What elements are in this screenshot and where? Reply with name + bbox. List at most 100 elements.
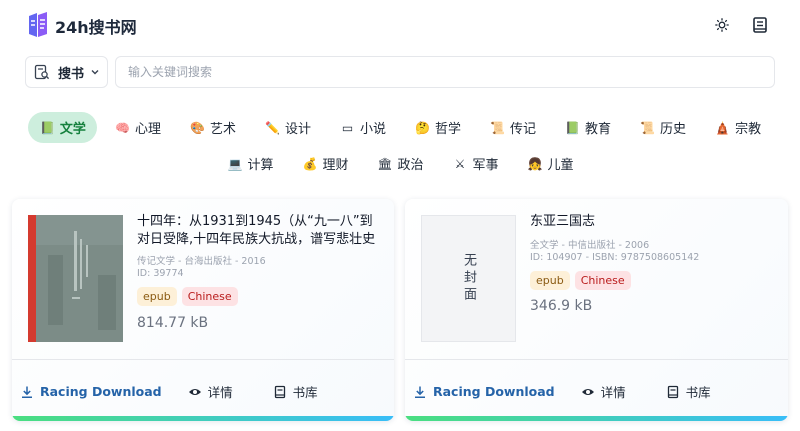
chevron-down-icon: [91, 70, 99, 75]
category-label: 宗教: [735, 122, 762, 137]
book-title[interactable]: 十四年：从1931到1945（从“九一八”到对日受降,十四年民族大抗战，谱写悲壮…: [137, 213, 382, 249]
category-label: 哲学: [435, 122, 462, 137]
racing-download-button[interactable]: Racing Download: [20, 384, 162, 399]
card-accent-bar: [12, 416, 394, 421]
card-actions: Racing Download 详情 书库: [413, 382, 711, 401]
details-button[interactable]: 详情: [188, 382, 233, 401]
card-accent-bar: [405, 416, 788, 421]
category-chip[interactable]: ⚔ 军事: [441, 148, 510, 179]
card-actions: Racing Download 详情 书库: [20, 382, 318, 401]
category-label: 政治: [397, 158, 424, 173]
category-chip[interactable]: 📗 教育: [553, 112, 622, 143]
category-label: 计算: [247, 158, 274, 173]
library-link-button[interactable]: 书库: [273, 382, 318, 401]
category-icon: 💻: [227, 156, 243, 171]
category-icon: ▭: [341, 120, 354, 135]
book-id: ID: 104907 - ISBN: 9787508605142: [530, 252, 700, 263]
category-label: 军事: [472, 158, 499, 173]
download-label: Racing Download: [433, 384, 555, 399]
eye-icon: [188, 388, 201, 395]
book-title[interactable]: 东亚三国志: [530, 213, 775, 231]
logo-icon[interactable]: [27, 12, 49, 38]
format-badge: epub: [530, 271, 570, 290]
divider: [12, 359, 394, 360]
category-label: 文学: [59, 122, 86, 137]
file-size: 346.9 kB: [530, 298, 593, 314]
category-chip[interactable]: ▭ 小说: [328, 112, 397, 143]
category-icon: 📜: [490, 120, 505, 135]
header: 24h搜书网: [0, 0, 800, 50]
book-card[interactable]: 十四年：从1931到1945（从“九一八”到对日受降,十四年民族大抗战，谱写悲壮…: [12, 199, 394, 421]
category-row-2: 💻 计算 💰 理财 🏛 政治 ⚔ 军事 👧 儿童: [0, 148, 800, 179]
racing-download-button[interactable]: Racing Download: [413, 384, 555, 399]
category-label: 传记: [510, 122, 537, 137]
download-icon: [415, 386, 425, 398]
divider: [405, 359, 788, 360]
category-chip[interactable]: 🛕 宗教: [703, 112, 772, 143]
book-meta: 全文学 - 中信出版社 - 2006: [530, 240, 650, 251]
book-search-icon: [34, 64, 50, 80]
tag-list: epub Chinese: [137, 287, 238, 306]
category-chip[interactable]: 📜 历史: [628, 112, 697, 143]
language-badge: Chinese: [181, 287, 238, 306]
category-icon: 💰: [302, 156, 318, 171]
category-icon: 📗: [39, 120, 55, 135]
book-icon: [753, 17, 767, 33]
category-label: 小说: [359, 122, 386, 137]
category-label: 心理: [134, 122, 161, 137]
download-icon: [22, 386, 32, 398]
format-badge: epub: [137, 287, 177, 306]
download-label: Racing Download: [40, 384, 162, 399]
book-icon: [274, 385, 285, 398]
library-label: 书库: [292, 385, 318, 400]
book-card[interactable]: 无封面 东亚三国志 全文学 - 中信出版社 - 2006 ID: 104907 …: [405, 199, 788, 421]
library-link-button[interactable]: 书库: [666, 382, 711, 401]
category-chip[interactable]: 🎨 艺术: [178, 112, 247, 143]
category-chip[interactable]: 🧠 心理: [103, 112, 172, 143]
category-icon: 🏛: [377, 156, 393, 171]
no-cover-text: 无封面: [461, 253, 476, 304]
category-label: 设计: [284, 122, 311, 137]
library-label: 书库: [685, 385, 711, 400]
book-meta: 传记文学 - 台海出版社 - 2016: [137, 256, 266, 267]
search-input[interactable]: [115, 56, 775, 88]
site-brand[interactable]: 24h搜书网: [55, 14, 137, 38]
search-type-dropdown[interactable]: 搜书: [25, 56, 108, 88]
category-icon: 🧠: [114, 120, 130, 135]
category-label: 艺术: [209, 122, 236, 137]
category-icon: 🎨: [189, 120, 205, 135]
category-icon: 📗: [565, 120, 580, 135]
book-cover[interactable]: [28, 215, 123, 342]
category-icon: 🤔: [415, 120, 430, 135]
category-label: 历史: [660, 122, 687, 137]
theme-toggle-button[interactable]: [711, 14, 733, 36]
no-cover-placeholder[interactable]: 无封面: [421, 215, 516, 342]
details-button[interactable]: 详情: [581, 382, 626, 401]
category-icon: 🛕: [715, 120, 731, 135]
category-row-1: 📗 文学 🧠 心理 🎨 艺术 ✏️ 设计 ▭ 小说 🤔 哲学 📜 传记 📗 教育 📜 历史 🛕 宗教: [0, 112, 800, 143]
sun-icon: [715, 18, 729, 32]
category-icon: ⚔: [454, 156, 466, 171]
tag-list: epub Chinese: [530, 271, 631, 290]
book-id: ID: 39774: [137, 268, 184, 279]
category-chip[interactable]: 👧 儿童: [516, 148, 585, 179]
file-size: 814.77 kB: [137, 315, 209, 331]
language-badge: Chinese: [574, 271, 631, 290]
category-chip[interactable]: ✏️ 设计: [253, 112, 322, 143]
category-chip[interactable]: 💰 理财: [290, 148, 359, 179]
eye-icon: [581, 388, 594, 395]
details-label: 详情: [207, 385, 233, 400]
category-chip[interactable]: 📜 传记: [478, 112, 547, 143]
search-type-label: 搜书: [58, 66, 85, 82]
category-label: 理财: [322, 158, 349, 173]
category-icon: 📜: [640, 120, 656, 135]
category-chip[interactable]: 🏛 政治: [365, 148, 434, 179]
category-chip[interactable]: 🤔 哲学: [403, 112, 472, 143]
category-chip[interactable]: 📗 文学: [27, 112, 97, 143]
category-chip[interactable]: 💻 计算: [215, 148, 284, 179]
category-label: 儿童: [547, 158, 574, 173]
library-button[interactable]: [749, 14, 771, 36]
category-icon: 👧: [527, 156, 543, 171]
category-label: 教育: [585, 122, 612, 137]
category-icon: ✏️: [264, 120, 280, 135]
